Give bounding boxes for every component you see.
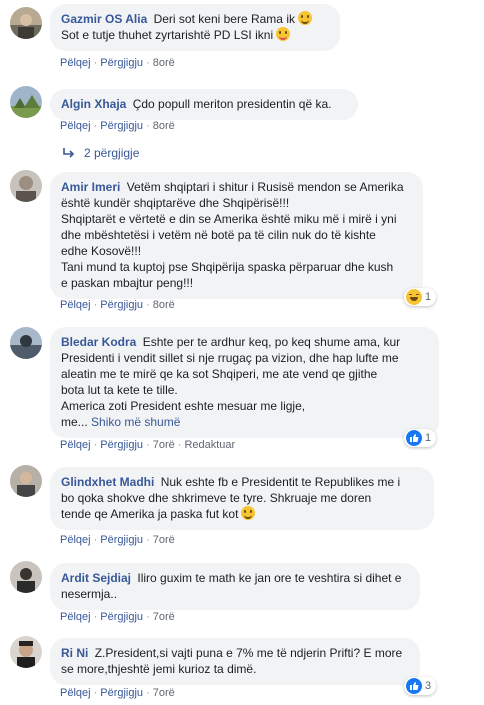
timestamp[interactable]: 7orë [153,534,175,546]
author-name[interactable]: Amir Imeri [61,180,120,194]
comment-bubble: Bledar Kodra Eshte per te ardhur keq, po… [50,327,439,438]
like-button[interactable]: Pëlqej [60,120,91,132]
author-name[interactable]: Glindxhet Madhi [61,475,154,489]
like-button[interactable]: Pëlqej [60,299,91,311]
timestamp[interactable]: 8orë [153,120,175,132]
comment-text: me... [61,415,88,429]
like-button[interactable]: Pëlqej [60,611,91,623]
comment-bubble: Algin Xhaja Çdo popull meriton president… [50,89,358,120]
avatar[interactable] [10,327,42,359]
reply-button[interactable]: Përgjigju [100,687,143,699]
comment-text: se more,thjeshtë jemi kurioz ta dimë. [61,662,257,676]
like-button[interactable]: Pëlqej [60,439,91,451]
avatar[interactable] [10,7,42,39]
comment-bubble: Amir Imeri Vetëm shqiptari i shitur i Ru… [50,172,423,299]
reply-button[interactable]: Përgjigju [100,299,143,311]
comment-text: Presidenti i vendit sillet si nje rrugaç… [61,351,399,365]
like-reaction-icon [406,430,422,446]
replies-count[interactable]: 2 përgjigje [84,146,139,160]
comment-text: tende qe Amerika ja paska fut kot [61,507,239,521]
author-name[interactable]: Bledar Kodra [61,335,136,349]
comment-text: është kundër shqiptarëve dhe Shqipërisë!… [61,196,290,210]
reaction-count: 3 [425,680,432,692]
author-name[interactable]: Ardit Sejdiaj [61,571,131,585]
comment-actions: Pëlqej · Përgjigju · 7orë [60,687,175,699]
comment-text: Tani mund ta kuptoj pse Shqipërija spask… [61,260,394,274]
like-button[interactable]: Pëlqej [60,534,91,546]
like-button[interactable]: Pëlqej [60,57,91,69]
avatar[interactable] [10,170,42,202]
reply-arrow-icon [63,148,75,158]
author-name[interactable]: Gazmir OS Alia [61,12,147,26]
comment-actions: Pëlqej · Përgjigju · 7orë [60,534,175,546]
comment-bubble: Glindxhet Madhi Nuk eshte fb e President… [50,467,434,530]
comment-text: Vetëm shqiptari i shitur i Rusisë mendon… [126,180,404,194]
avatar[interactable] [10,636,42,668]
tongue-emoji-icon [276,27,291,41]
timestamp[interactable]: 7orë [153,611,175,623]
comment-text: Çdo popull meriton presidentin që ka. [132,97,332,111]
comment-text: nesermja.. [61,587,118,601]
comment-text: Nuk eshte fb e Presidentit te Republikes… [160,475,401,489]
avatar[interactable] [10,465,42,497]
comment-actions: Pëlqej · Përgjigju · 8orë [60,57,175,69]
reply-button[interactable]: Përgjigju [100,611,143,623]
smile-emoji-icon [297,11,312,25]
reaction-count: 1 [425,432,432,444]
see-more-link[interactable]: Shiko më shumë [91,415,180,429]
reaction-summary[interactable]: 3 [404,677,437,695]
comment-text: dhe mbështetësi i vetëm në botë pa të ci… [61,228,376,242]
author-name[interactable]: Algin Xhaja [61,97,126,111]
reply-button[interactable]: Përgjigju [100,120,143,132]
comment-actions: Pëlqej · Përgjigju · 7orë [60,611,175,623]
reply-button[interactable]: Përgjigju [100,57,143,69]
view-replies-link[interactable]: 2 përgjigje [62,146,139,160]
comment-text: Deri sot keni bere Rama ik [153,12,295,26]
timestamp[interactable]: 7orë [153,687,175,699]
comment-text: Iliro guxim te math ke jan ore te veshti… [137,571,402,585]
like-button[interactable]: Pëlqej [60,687,91,699]
comment-text: e paskan mbajtur peng!!! [61,276,194,290]
comment-text: edhe Kosovë!!! [61,244,142,258]
reply-button[interactable]: Përgjigju [100,534,143,546]
author-name[interactable]: Ri Ni [61,646,88,660]
comment-text: Shqiptarët e vërtetë e din se Amerika ës… [61,212,397,226]
smile-emoji-icon [241,506,256,520]
like-reaction-icon [406,678,422,694]
comment-bubble: Ardit Sejdiaj Iliro guxim te math ke jan… [50,563,420,610]
comment-actions: Pëlqej · Përgjigju · 8orë [60,299,175,311]
comment-text: Z.President,si vajti puna e 7% me të ndj… [94,646,403,660]
haha-reaction-icon [406,289,422,305]
reply-button[interactable]: Përgjigju [100,439,143,451]
comment-actions: Pëlqej · Përgjigju · 7orë · Redaktuar [60,439,236,451]
edited-label[interactable]: Redaktuar [184,439,235,451]
comment-text: Eshte per te ardhur keq, po keq shume am… [142,335,401,349]
timestamp[interactable]: 8orë [153,57,175,69]
reaction-count: 1 [425,291,432,303]
comment-bubble: Ri Ni Z.President,si vajti puna e 7% me … [50,638,420,685]
reaction-summary[interactable]: 1 [404,429,437,447]
timestamp[interactable]: 8orë [153,299,175,311]
avatar[interactable] [10,561,42,593]
comment-text: bota lut ta kete te tille. [61,383,178,397]
timestamp[interactable]: 7orë [153,439,175,451]
comment-bubble: Gazmir OS Alia Deri sot keni bere Rama i… [50,4,340,51]
comment-text: America zoti President eshte mesuar me l… [61,399,306,413]
avatar[interactable] [10,86,42,118]
reaction-summary[interactable]: 1 [404,288,437,306]
comment-text: Sot e tutje thuhet zyrtarishtë PD LSI ik… [61,28,274,42]
comment-actions: Pëlqej · Përgjigju · 8orë [60,120,175,132]
comment-text: bo qoka shokve dhe shkrimeve te tyre. Sh… [61,491,372,505]
comment-text: aleatin me te mirë qe ka sot Shqiperi, m… [61,367,378,381]
